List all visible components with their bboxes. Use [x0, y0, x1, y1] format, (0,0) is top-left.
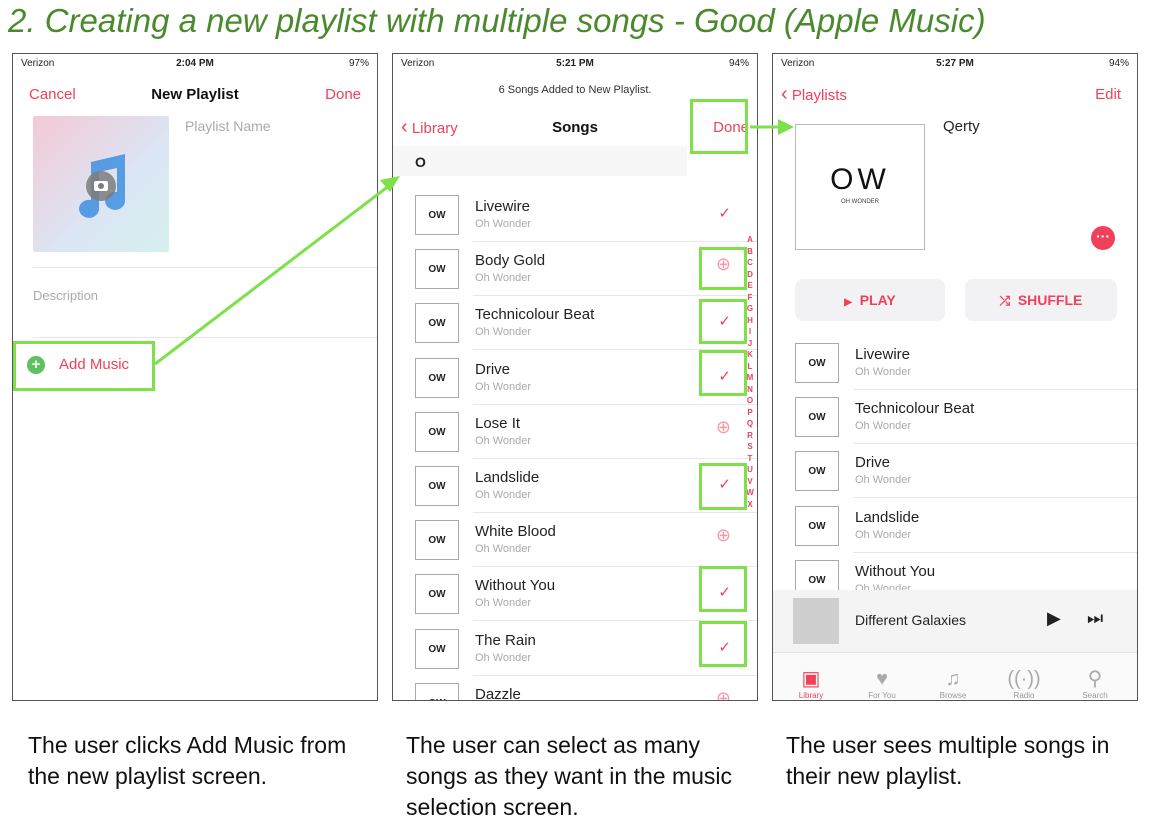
caption-screen2: The user can select as many songs as the… — [406, 732, 732, 820]
annotation-arrows — [154, 119, 794, 366]
arrow-head — [778, 119, 794, 135]
arrow-line — [154, 183, 391, 366]
caption-screen1: The user clicks Add Music from the new p… — [28, 732, 347, 789]
caption-screen3: The user sees multiple songs in their ne… — [786, 732, 1110, 789]
